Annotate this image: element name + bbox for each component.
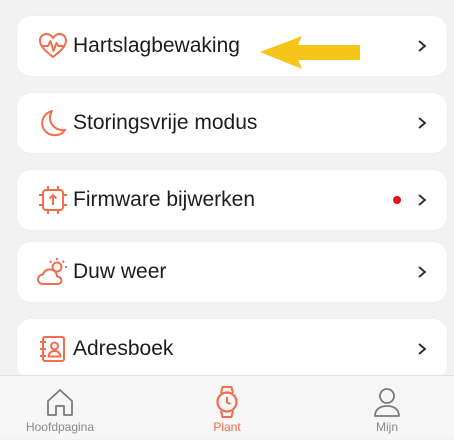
moon-icon (37, 107, 69, 139)
annotation-arrow-icon (260, 36, 360, 69)
chevron-right-icon (418, 117, 427, 129)
watch-icon (210, 384, 244, 420)
menu-item-heart-rate[interactable]: Hartslagbewaking (17, 16, 447, 76)
bottom-tab-bar: Hoofdpagina Plant Mijn (0, 375, 454, 439)
update-badge-dot (393, 196, 401, 204)
tab-label: Plant (213, 420, 241, 434)
chevron-right-icon (418, 343, 427, 355)
menu-item-label: Adresboek (73, 337, 174, 360)
menu-item-push-weather[interactable]: Duw weer (17, 242, 447, 302)
menu-item-label: Hartslagbewaking (73, 34, 240, 57)
tab-label: Mijn (375, 420, 398, 434)
home-icon (43, 384, 77, 420)
chevron-right-icon (418, 40, 427, 52)
tab-plant[interactable]: Plant (167, 376, 287, 440)
heart-rate-icon (37, 30, 69, 62)
tab-profile[interactable]: Mijn (327, 376, 447, 440)
settings-list: Hartslagbewaking Storingsvrije modus Fir… (0, 0, 454, 379)
menu-item-label: Duw weer (73, 260, 167, 283)
chevron-right-icon (418, 194, 427, 206)
menu-item-label: Storingsvrije modus (73, 111, 258, 134)
menu-item-do-not-disturb[interactable]: Storingsvrije modus (17, 93, 447, 153)
firmware-update-icon (37, 184, 69, 216)
chevron-right-icon (418, 266, 427, 278)
profile-icon (370, 384, 404, 420)
menu-item-label: Firmware bijwerken (73, 188, 256, 211)
menu-item-firmware-update[interactable]: Firmware bijwerken (17, 170, 447, 230)
weather-icon (37, 256, 69, 288)
menu-item-address-book[interactable]: Adresboek (17, 319, 447, 379)
tab-label: Hoofdpagina (25, 420, 95, 434)
address-book-icon (37, 333, 69, 365)
tab-home[interactable]: Hoofdpagina (0, 376, 120, 440)
